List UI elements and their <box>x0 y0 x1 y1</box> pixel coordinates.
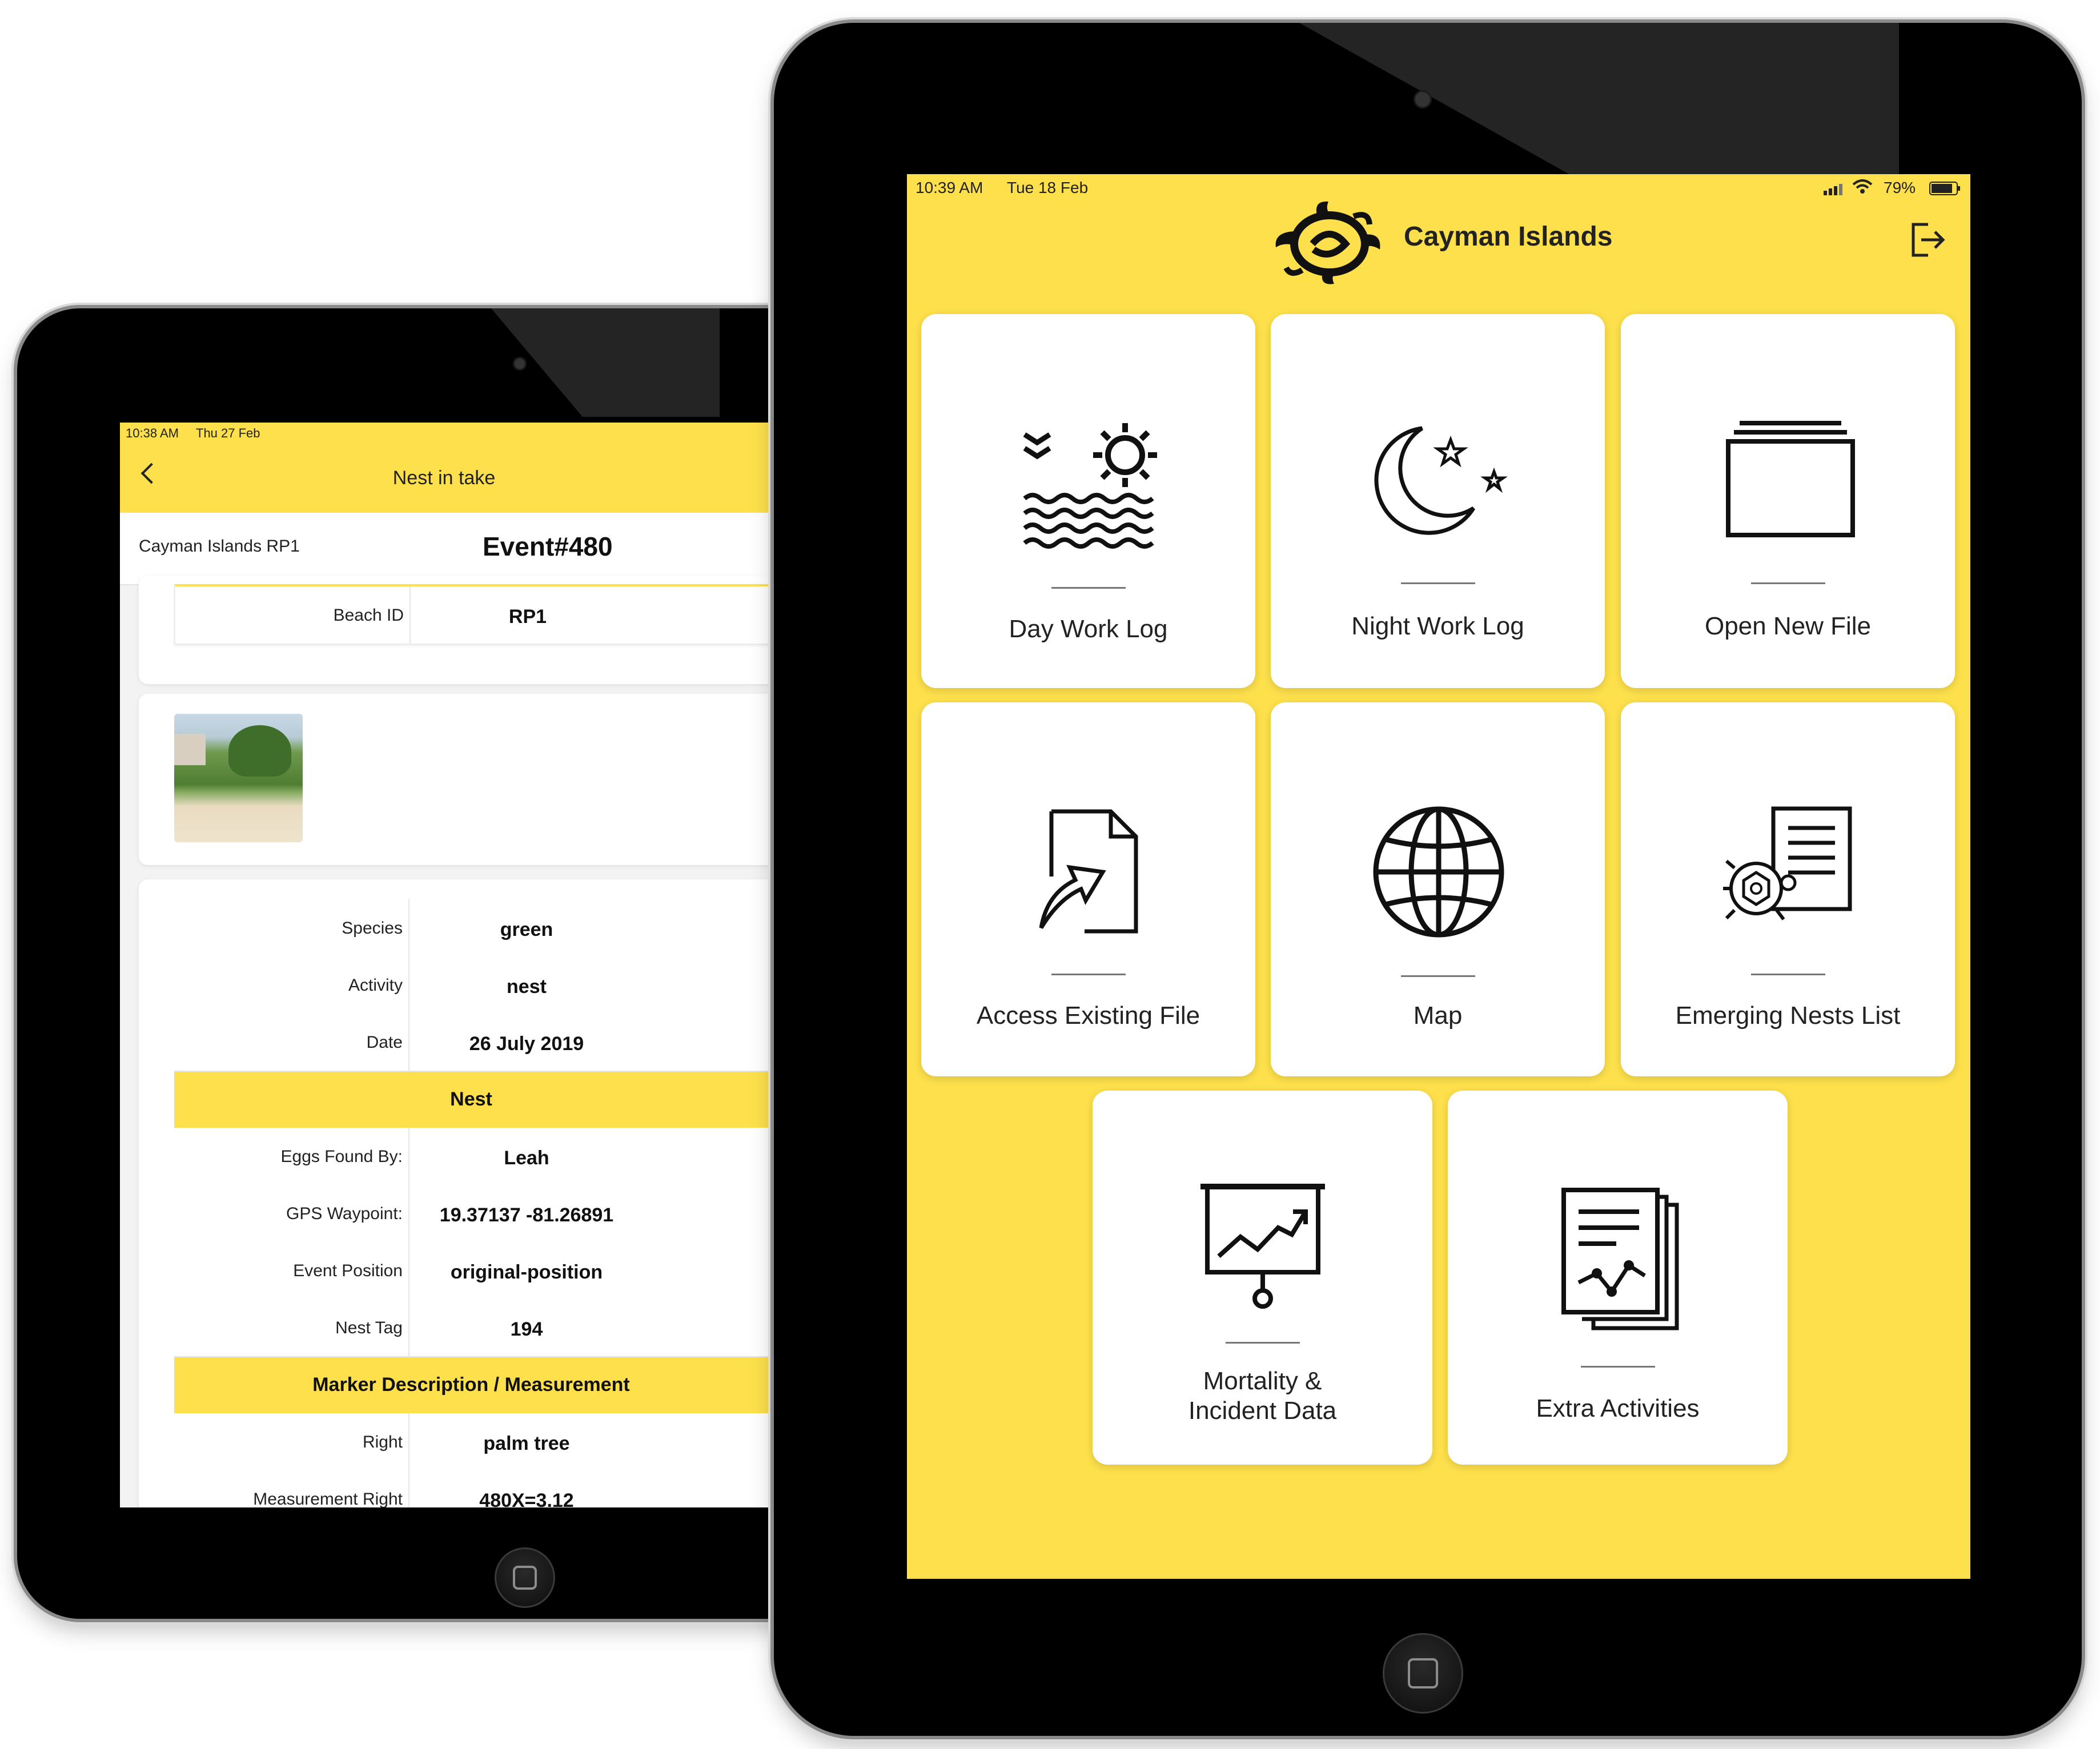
tile-divider <box>1750 974 1825 975</box>
tile-divider <box>1051 974 1126 975</box>
field-value: 26 July 2019 <box>469 1033 584 1055</box>
tile-label: Extra Activities <box>1536 1394 1700 1422</box>
detail-row: Nest Tag 194 <box>174 1299 768 1357</box>
detail-row: Date 26 July 2019 <box>174 1014 768 1072</box>
field-value: 480X=3.12 <box>479 1490 574 1507</box>
front-tablet-glare <box>1299 23 1899 174</box>
field-value: Leah <box>504 1147 549 1169</box>
tile-day-work-log[interactable]: Day Work Log <box>921 314 1255 688</box>
field-label: Date <box>366 1033 403 1052</box>
field-value: 194 <box>510 1318 543 1340</box>
field-value: nest <box>507 976 547 998</box>
detail-row: Measurement Right 480X=3.12 <box>174 1470 768 1507</box>
back-tablet-screen: 10:38 AM Thu 27 Feb Nest in take Cayman … <box>120 423 768 1507</box>
tile-label: Day Work Log <box>1009 615 1168 643</box>
battery-icon <box>1929 181 1961 199</box>
building-shape <box>174 734 206 765</box>
front-tablet-screen: 10:39 AM Tue 18 Feb 79% Cayman Islands D… <box>907 174 1970 1579</box>
tile-label-line1: Mortality & <box>1203 1367 1322 1395</box>
field-label: GPS Waypoint: <box>286 1204 403 1223</box>
tile-divider <box>1400 582 1475 584</box>
signal-icon <box>1824 181 1846 199</box>
globe-icon <box>1372 805 1505 942</box>
tile-label: Emerging Nests List <box>1675 1002 1901 1030</box>
status-date: Tue 18 Feb <box>1007 179 1089 196</box>
tile-divider <box>1400 975 1475 977</box>
field-label: Event Position <box>293 1261 403 1280</box>
event-header: Cayman Islands RP1 Event#480 <box>120 513 768 585</box>
field-value: 19.37137 -81.26891 <box>439 1204 614 1226</box>
tile-label-line2: Incident Data <box>1188 1397 1337 1425</box>
tile-mortality-incident-data[interactable]: Mortality & Incident Data <box>1093 1091 1432 1465</box>
field-value: RP1 <box>508 606 547 628</box>
tile-label: Access Existing File <box>976 1002 1200 1030</box>
tile-night-work-log[interactable]: Night Work Log <box>1271 314 1605 688</box>
beach-photo[interactable] <box>174 714 303 842</box>
detail-row: Activity nest <box>174 956 768 1015</box>
field-label: Species <box>342 919 403 938</box>
folder-stack-icon <box>1725 420 1856 542</box>
turtle-list-icon <box>1721 805 1858 939</box>
back-status-bar: 10:38 AM Thu 27 Feb <box>120 423 768 444</box>
tile-label: Night Work Log <box>1351 612 1524 640</box>
wifi-icon <box>1852 179 1873 199</box>
field-value: green <box>500 919 553 940</box>
back-nav-bar: Nest in take <box>120 444 768 513</box>
app-logo-icon <box>1268 197 1388 288</box>
battery-percent: 79% <box>1884 179 1916 196</box>
tile-divider <box>1225 1342 1300 1344</box>
field-label: Measurement Right <box>253 1490 403 1507</box>
status-time: 10:38 AM <box>126 426 179 440</box>
front-home-button[interactable] <box>1383 1633 1463 1714</box>
tile-divider <box>1051 587 1126 589</box>
palm-shape <box>228 725 291 777</box>
tile-extra-activities[interactable]: Extra Activities <box>1448 1091 1788 1465</box>
detail-row: Species green <box>174 899 768 958</box>
site-label: Cayman Islands RP1 <box>139 537 300 556</box>
tile-divider <box>1580 1366 1655 1368</box>
tile-map[interactable]: Map <box>1271 702 1605 1076</box>
detail-row: Eggs Found By: Leah <box>174 1128 768 1186</box>
detail-row: Right palm tree <box>174 1413 768 1471</box>
section-marker: Marker Description / Measurement <box>174 1356 768 1413</box>
detail-row: GPS Waypoint: 19.37137 -81.26891 <box>174 1185 768 1243</box>
section-nest: Nest <box>174 1071 768 1128</box>
report-chart-icon <box>1559 1188 1685 1333</box>
logout-icon[interactable] <box>1908 220 1948 260</box>
field-label: Eggs Found By: <box>280 1147 403 1166</box>
field-value: original-position <box>450 1261 603 1283</box>
tile-label: Map <box>1413 1002 1463 1030</box>
file-upload-icon <box>1035 808 1150 942</box>
nav-title: Nest in take <box>392 467 496 489</box>
status-date: Thu 27 Feb <box>196 426 260 440</box>
back-home-button[interactable] <box>495 1547 555 1608</box>
tile-open-new-file[interactable]: Open New File <box>1621 314 1955 688</box>
status-time: 10:39 AM <box>916 179 983 196</box>
tile-emerging-nests-list[interactable]: Emerging Nests List <box>1621 702 1955 1076</box>
field-label: Right <box>362 1433 403 1452</box>
beach-id-row: Beach ID RP1 <box>174 584 768 645</box>
field-label: Beach ID <box>333 606 404 625</box>
back-camera <box>513 357 527 371</box>
tile-label: Open New File <box>1704 612 1871 640</box>
front-camera <box>1414 90 1432 108</box>
presentation-chart-icon <box>1198 1182 1327 1314</box>
front-status-bar: 10:39 AM Tue 18 Feb 79% <box>907 174 1970 200</box>
day-sun-waves-icon <box>1022 420 1159 560</box>
tile-access-existing-file[interactable]: Access Existing File <box>921 702 1255 1076</box>
app-title: Cayman Islands <box>1404 222 1613 252</box>
detail-row: Event Position original-position <box>174 1242 768 1300</box>
event-number: Event#480 <box>483 532 613 561</box>
field-label: Nest Tag <box>335 1318 403 1337</box>
field-value: palm tree <box>483 1433 570 1454</box>
field-label: Activity <box>348 976 403 995</box>
tile-divider <box>1750 582 1825 584</box>
moon-stars-icon <box>1371 423 1508 545</box>
